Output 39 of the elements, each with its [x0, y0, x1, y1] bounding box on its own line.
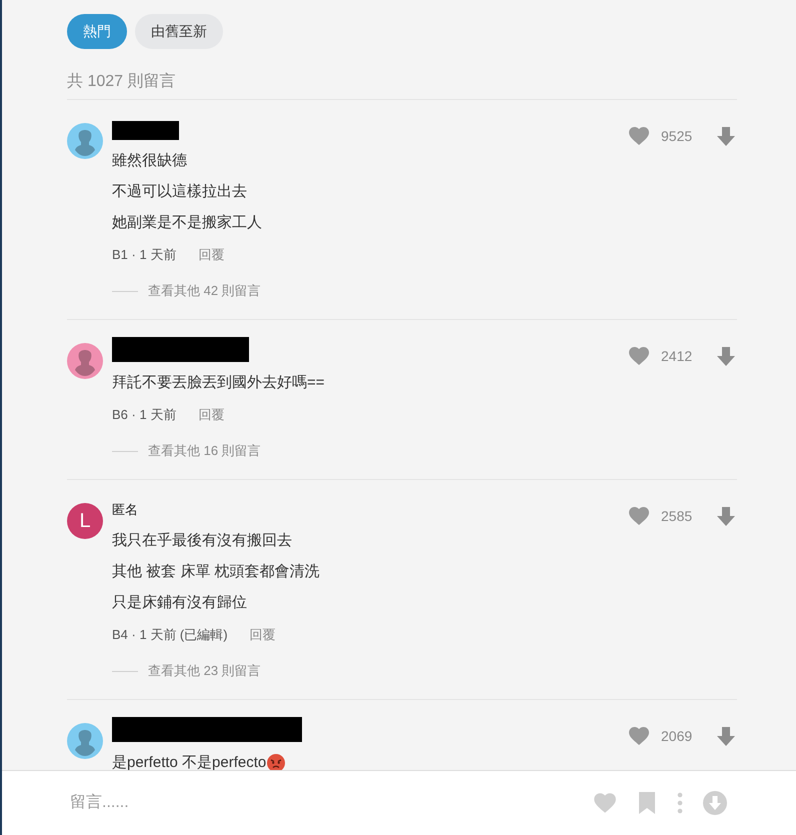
avatar: L	[67, 503, 103, 539]
comment-text: 只是床鋪有沒有歸位	[112, 593, 248, 613]
bookmark-icon[interactable]	[636, 791, 658, 815]
heart-icon[interactable]	[627, 504, 651, 528]
heart-icon[interactable]	[627, 724, 651, 748]
more-icon[interactable]	[676, 792, 684, 814]
view-replies-link[interactable]: 查看其他 42 則留言	[148, 281, 261, 301]
comment-text: 是perfetto 不是perfecto	[112, 753, 266, 770]
comment-meta: B4 · 1 天前 (已編輯)	[112, 627, 228, 642]
reply-link[interactable]: 回覆	[198, 247, 224, 262]
comment-meta: B1 · 1 天前	[112, 247, 176, 262]
reply-link[interactable]: 回覆	[198, 407, 224, 422]
redaction-bar	[112, 121, 179, 140]
comment-text: 其他 被套 床單 枕頭套都會清洗	[112, 562, 321, 582]
down-arrow-icon[interactable]	[715, 725, 737, 747]
download-icon[interactable]	[702, 790, 728, 816]
comment-input-field[interactable]: 留言......	[68, 793, 574, 813]
sort-tab[interactable]: 熱門	[67, 14, 127, 49]
like-count: 2585	[661, 508, 694, 524]
view-replies-link[interactable]: 查看其他 16 則留言	[148, 441, 261, 461]
like-count: 2069	[661, 728, 694, 744]
like-count: 9525	[661, 128, 694, 144]
heart-icon[interactable]	[627, 124, 651, 148]
comment-text: 我只在乎最後有沒有搬回去	[112, 531, 293, 551]
comment-text: 她副業是不是搬家工人	[112, 213, 263, 233]
comment-count: 共 1027 則留言	[67, 71, 737, 100]
comment-text: 不過可以這樣拉出去	[112, 182, 248, 202]
down-arrow-icon[interactable]	[715, 125, 737, 147]
comment-meta: B6 · 1 天前	[112, 407, 176, 422]
comment-text: 拜託不要丟臉丟到國外去好嗎==	[112, 373, 326, 393]
heart-icon[interactable]	[627, 344, 651, 368]
sort-tab[interactable]: 由舊至新	[135, 14, 223, 49]
author-name: 匿名	[112, 501, 139, 519]
comment-text: 雖然很缺德	[112, 151, 188, 171]
reply-link[interactable]: 回覆	[250, 627, 276, 642]
view-replies-link[interactable]: 查看其他 23 則留言	[148, 661, 261, 681]
like-count: 2412	[661, 348, 694, 364]
down-arrow-icon[interactable]	[715, 505, 737, 527]
down-arrow-icon[interactable]	[715, 345, 737, 367]
